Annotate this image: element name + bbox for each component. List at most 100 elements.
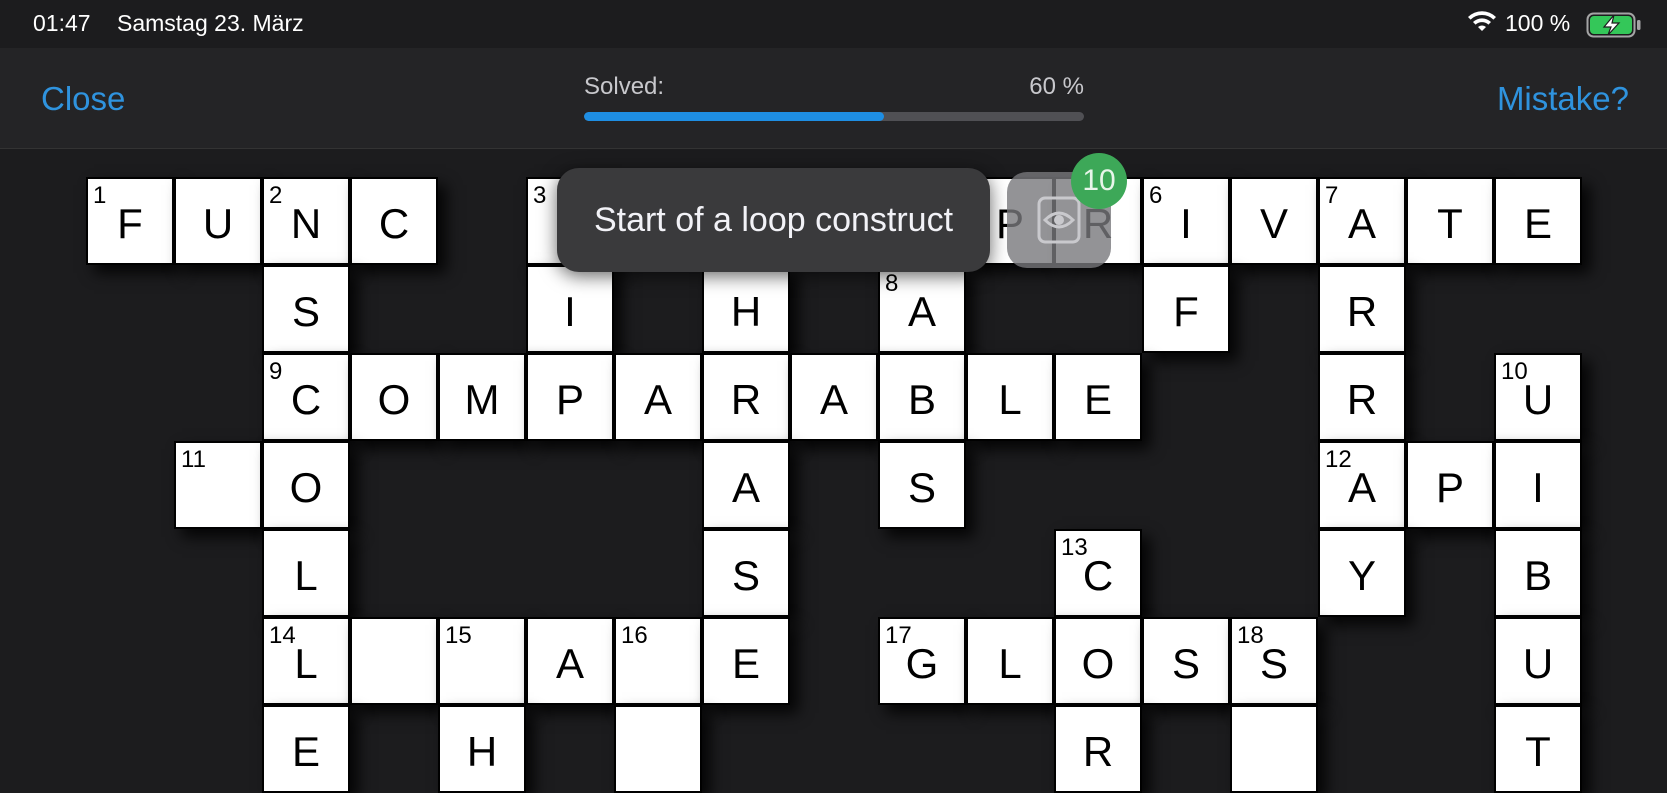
cell-number: 3: [533, 182, 547, 209]
crossword-cell[interactable]: C: [350, 177, 438, 265]
cell-letter: E: [731, 640, 760, 687]
cell-letter: T: [1525, 728, 1551, 775]
hint-count-badge: 10: [1071, 153, 1127, 209]
crossword-cell[interactable]: [1230, 705, 1318, 793]
cell-letter: R: [730, 376, 762, 423]
crossword-cell[interactable]: 18 S: [1230, 617, 1318, 705]
crossword-cell[interactable]: S: [878, 441, 966, 529]
cell-letter: A: [555, 640, 584, 687]
crossword-cell[interactable]: S: [702, 529, 790, 617]
crossword-cell[interactable]: 2N: [262, 177, 350, 265]
crossword-cell[interactable]: S: [1142, 617, 1230, 705]
crossword-cell[interactable]: 8A: [878, 265, 966, 353]
cell-letter: L: [998, 640, 1022, 687]
cell-letter: P: [1435, 464, 1464, 511]
cell-letter: Y: [1347, 552, 1376, 599]
cell-letter: S: [731, 552, 760, 599]
crossword-cell[interactable]: M: [438, 353, 526, 441]
crossword-cell[interactable]: P: [1406, 441, 1494, 529]
crossword-cell[interactable]: U: [1494, 617, 1582, 705]
cell-letter: I: [1532, 464, 1544, 511]
crossword-cell[interactable]: [614, 705, 702, 793]
crossword-cell[interactable]: R: [1054, 705, 1142, 793]
crossword-cell[interactable]: 17 G: [878, 617, 966, 705]
crossword-cell[interactable]: 1F: [86, 177, 174, 265]
crossword-cell[interactable]: L: [262, 529, 350, 617]
crossword-cell[interactable]: H: [438, 705, 526, 793]
crossword-cell[interactable]: B: [878, 353, 966, 441]
crossword-cell[interactable]: 11: [174, 441, 262, 529]
crossword-cell[interactable]: F: [1142, 265, 1230, 353]
cell-letter: N: [290, 200, 322, 247]
cell-letter: F: [1173, 288, 1199, 335]
cell-letter: B: [1523, 552, 1552, 599]
crossword-cell[interactable]: 6I: [1142, 177, 1230, 265]
crossword-cell[interactable]: R: [1318, 265, 1406, 353]
crossword-cell[interactable]: T: [1406, 177, 1494, 265]
crossword-cell[interactable]: R: [702, 353, 790, 441]
cell-letter: M: [464, 376, 500, 423]
cell-letter: A: [1347, 464, 1376, 511]
crossword-cell[interactable]: [350, 617, 438, 705]
cell-letter: C: [290, 376, 322, 423]
crossword-cell[interactable]: L: [966, 617, 1054, 705]
clue-tooltip-text: Start of a loop construct: [593, 200, 954, 239]
cell-letter: O: [1081, 640, 1115, 687]
crossword-cell[interactable]: 16: [614, 617, 702, 705]
crossword-cell[interactable]: R: [1318, 353, 1406, 441]
crossword-cell[interactable]: 7A: [1318, 177, 1406, 265]
cell-letter: P: [555, 376, 584, 423]
cell-letter: A: [1347, 200, 1376, 247]
crossword-cell[interactable]: V: [1230, 177, 1318, 265]
crossword-cell[interactable]: E: [702, 617, 790, 705]
crossword-cell[interactable]: A: [526, 617, 614, 705]
cell-letter: R: [1346, 288, 1378, 335]
crossword-cell[interactable]: 13 C: [1054, 529, 1142, 617]
cell-letter: U: [1522, 376, 1554, 423]
crossword-cell[interactable]: I: [526, 265, 614, 353]
cell-letter: A: [819, 376, 848, 423]
cell-letter: S: [1171, 640, 1200, 687]
crossword-cell[interactable]: L: [966, 353, 1054, 441]
cell-letter: L: [294, 640, 318, 687]
cell-letter: U: [202, 200, 234, 247]
crossword-cell[interactable]: E: [262, 705, 350, 793]
crossword-cell[interactable]: Y: [1318, 529, 1406, 617]
cell-number: 15: [445, 622, 472, 649]
crossword-cell[interactable]: A: [702, 441, 790, 529]
crossword-grid: 1FU2NC3PR6IV7ATESIH8AFR9COMPARABLER10U11…: [0, 0, 1667, 793]
clue-tooltip: Start of a loop construct: [557, 168, 990, 272]
crossword-cell[interactable]: A: [614, 353, 702, 441]
crossword-cell[interactable]: I: [1494, 441, 1582, 529]
cell-letter: R: [1346, 376, 1378, 423]
cell-letter: A: [907, 288, 936, 335]
crossword-cell[interactable]: O: [1054, 617, 1142, 705]
crossword-cell[interactable]: 14 L: [262, 617, 350, 705]
cell-letter: E: [291, 728, 320, 775]
crossword-cell[interactable]: E: [1054, 353, 1142, 441]
crossword-cell[interactable]: 10 U: [1494, 353, 1582, 441]
cell-letter: E: [1083, 376, 1112, 423]
cell-number: 16: [621, 622, 648, 649]
crossword-cell[interactable]: 12 A: [1318, 441, 1406, 529]
cell-letter: O: [377, 376, 411, 423]
crossword-cell[interactable]: O: [262, 441, 350, 529]
crossword-cell[interactable]: S: [262, 265, 350, 353]
crossword-cell[interactable]: H: [702, 265, 790, 353]
crossword-cell[interactable]: E: [1494, 177, 1582, 265]
cell-letter: C: [1082, 552, 1114, 599]
crossword-cell[interactable]: A: [790, 353, 878, 441]
crossword-cell[interactable]: B: [1494, 529, 1582, 617]
crossword-cell[interactable]: O: [350, 353, 438, 441]
crossword-cell[interactable]: U: [174, 177, 262, 265]
cell-letter: V: [1259, 200, 1288, 247]
crossword-cell[interactable]: 15: [438, 617, 526, 705]
cell-letter: G: [905, 640, 939, 687]
cell-letter: C: [378, 200, 410, 247]
cell-letter: I: [564, 288, 576, 335]
cell-letter: H: [466, 728, 498, 775]
crossword-cell[interactable]: P: [526, 353, 614, 441]
crossword-cell[interactable]: 9C: [262, 353, 350, 441]
crossword-cell[interactable]: T: [1494, 705, 1582, 793]
cell-letter: S: [1259, 640, 1288, 687]
